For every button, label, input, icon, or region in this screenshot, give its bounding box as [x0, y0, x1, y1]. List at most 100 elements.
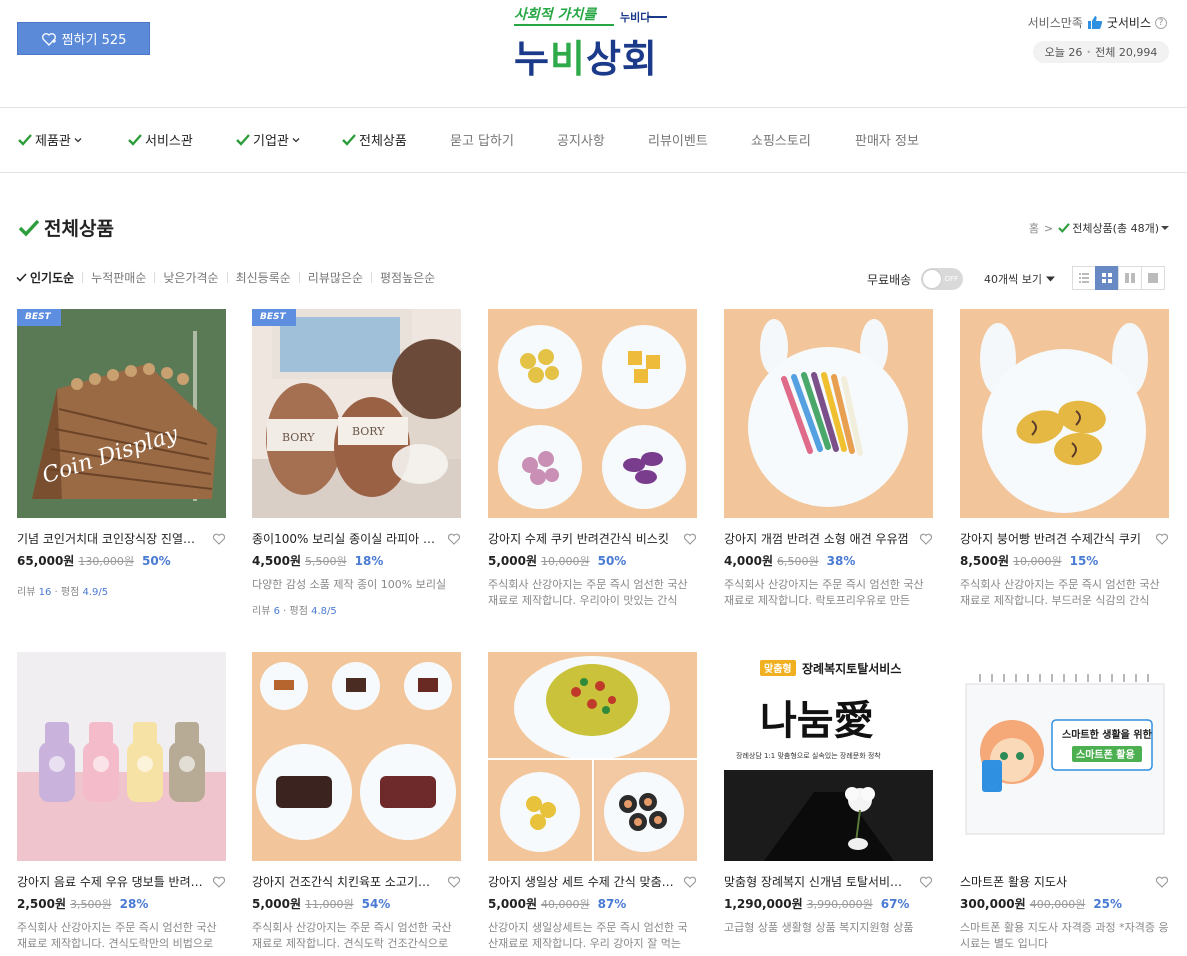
product-card[interactable]: 강아지 음료 수제 우유 댕보틀 반려견 음료 2,500원 3,500원 28…	[17, 652, 226, 952]
list-view-button[interactable]	[1072, 266, 1096, 290]
favorite-button[interactable]: 찜하기 525	[17, 22, 150, 55]
nav-label: 묻고 답하기	[450, 134, 514, 149]
sort-popular[interactable]: 인기도순	[16, 269, 74, 286]
product-card[interactable]: 강아지 개껌 반려견 소형 애견 우유껌 4,000원 6,500원 38% 주…	[724, 309, 933, 609]
heart-icon[interactable]	[212, 875, 226, 889]
product-name[interactable]: 강아지 음료 수제 우유 댕보틀 반려견 음료	[17, 873, 205, 890]
product-card[interactable]: 강아지 생일상 세트 수제 간식 맞춤 케이크 5,000원 40,000원 8…	[488, 652, 697, 952]
heart-icon[interactable]	[683, 875, 697, 889]
single-view-button[interactable]	[1141, 266, 1165, 290]
nav-shopping-story[interactable]: 쇼핑스토리	[751, 130, 811, 149]
view-mode-switch	[1072, 266, 1165, 290]
product-original-price: 3,500원	[70, 898, 112, 911]
heart-icon[interactable]	[447, 875, 461, 889]
product-thumbnail[interactable]: 스마트한 생활을 위한 스마트폰 활용	[960, 652, 1169, 861]
product-name[interactable]: 강아지 건조간식 치킨육포 소고기육포	[252, 873, 440, 890]
product-thumbnail[interactable]: 맞춤형 장례복지토탈서비스 나눔愛 장례상담 1:1 맞춤형으로 실속있는 장례…	[724, 652, 933, 861]
heart-icon[interactable]	[919, 875, 933, 889]
product-thumbnail[interactable]: Coin Display BEST	[17, 309, 226, 518]
service-satisfaction: 서비스만족 굿서비스 ?	[1028, 14, 1167, 31]
free-shipping-toggle[interactable]: OFF	[921, 268, 963, 290]
store-logo[interactable]: 사회적 가치를 누비다 누비상회	[510, 4, 670, 81]
per-page-select[interactable]: 40개씩 보기	[984, 271, 1055, 287]
yarn-label-1: BORY	[282, 431, 315, 444]
product-thumbnail[interactable]	[488, 652, 697, 861]
sort-newest[interactable]: 최신등록순	[236, 269, 291, 286]
product-name[interactable]: 강아지 붕어빵 반려견 수제간식 쿠키	[960, 530, 1148, 547]
nav-label: 기업관	[253, 134, 289, 149]
sort-divider	[226, 272, 228, 283]
nav-company-hall[interactable]: 기업관	[236, 130, 300, 149]
breadcrumb-home[interactable]: 홈	[1029, 220, 1039, 236]
product-thumbnail[interactable]	[960, 309, 1169, 518]
product-thumbnail[interactable]	[724, 309, 933, 518]
product-description: 스마트폰 활용 지도사 자격증 과정 *자격증 응시료는 별도 입니다	[960, 921, 1169, 950]
nav-review-event[interactable]: 리뷰이벤트	[648, 130, 708, 149]
heart-icon[interactable]	[919, 532, 933, 546]
best-badge: BEST	[17, 309, 61, 326]
product-card[interactable]: 스마트한 생활을 위한 스마트폰 활용 스마트폰 활용 지도사 300,000원…	[960, 652, 1169, 952]
heart-icon[interactable]	[212, 532, 226, 546]
product-card[interactable]: BORY BORY BEST 종이100% 보리실 종이실 라피아 뜨개실 4,…	[252, 309, 461, 617]
product-name[interactable]: 강아지 생일상 세트 수제 간식 맞춤 케이크	[488, 873, 676, 890]
product-card[interactable]: 강아지 수제 쿠키 반려견간식 비스킷 5,000원 10,000원 50% 주…	[488, 309, 697, 609]
sort-reviews[interactable]: 리뷰많은순	[308, 269, 363, 286]
page-title-text: 전체상품	[44, 218, 114, 240]
product-discount: 67%	[880, 897, 910, 911]
nav-all-products[interactable]: 전체상품	[342, 130, 407, 149]
nav-label: 리뷰이벤트	[648, 134, 708, 149]
heart-icon[interactable]	[683, 532, 697, 546]
product-review-info: 리뷰 6 · 평점 4.8/5	[252, 606, 337, 617]
product-price: 2,500원	[17, 897, 66, 911]
product-price: 4,500원	[252, 554, 301, 568]
product-card[interactable]: Coin Display BEST 기념 코인거치대 코인장식장 진열장 코인 …	[17, 309, 226, 598]
breadcrumb-current[interactable]: 전체상품(총 48개)	[1058, 220, 1169, 236]
product-card[interactable]: 강아지 붕어빵 반려견 수제간식 쿠키 8,500원 10,000원 15% 주…	[960, 309, 1169, 609]
product-discount: 28%	[119, 897, 149, 911]
sort-sales[interactable]: 누적판매순	[91, 269, 146, 286]
product-discount: 15%	[1069, 554, 1099, 568]
product-name[interactable]: 강아지 개껌 반려견 소형 애견 우유껌	[724, 530, 912, 547]
heart-icon[interactable]	[1155, 875, 1169, 889]
help-icon[interactable]: ?	[1155, 16, 1167, 29]
check-icon	[342, 133, 356, 146]
visit-dot: •	[1086, 47, 1092, 57]
product-name[interactable]: 강아지 수제 쿠키 반려견간식 비스킷	[488, 530, 676, 547]
product-thumbnail[interactable]	[252, 652, 461, 861]
product-original-price: 5,500원	[305, 555, 347, 568]
product-thumbnail[interactable]	[17, 652, 226, 861]
caret-down-icon	[1161, 226, 1169, 230]
nav-product-hall[interactable]: 제품관	[18, 130, 82, 149]
nav-service-hall[interactable]: 서비스관	[128, 130, 193, 149]
grid-view-button[interactable]	[1095, 266, 1119, 290]
sort-rating[interactable]: 평점높은순	[380, 269, 435, 286]
check-icon	[128, 133, 142, 146]
sort-low-price[interactable]: 낮은가격순	[163, 269, 218, 286]
check-icon	[18, 133, 32, 146]
heart-icon[interactable]	[447, 532, 461, 546]
heart-icon[interactable]	[1155, 532, 1169, 546]
fish-bread-image	[960, 309, 1169, 518]
product-name[interactable]: 기념 코인거치대 코인장식장 진열장 코인 디스플레이	[17, 530, 205, 547]
dog-milk-image	[17, 652, 226, 861]
nav-seller-info[interactable]: 판매자 정보	[855, 130, 919, 149]
chevron-down-icon	[292, 137, 300, 142]
product-name[interactable]: 맞춤형 장례복지 신개념 토탈서비스 나눔애	[724, 873, 912, 890]
funeral-service-image: 맞춤형 장례복지토탈서비스 나눔愛 장례상담 1:1 맞춤형으로 실속있는 장례…	[724, 652, 933, 861]
nav-qna[interactable]: 묻고 답하기	[450, 130, 514, 149]
nav-label: 서비스관	[145, 134, 193, 149]
product-price: 8,500원	[960, 554, 1009, 568]
product-card[interactable]: 맞춤형 장례복지토탈서비스 나눔愛 장례상담 1:1 맞춤형으로 실속있는 장례…	[724, 652, 933, 936]
product-price: 1,290,000원	[724, 897, 803, 911]
product-price: 5,000원	[488, 897, 537, 911]
product-name[interactable]: 스마트폰 활용 지도사	[960, 873, 1148, 890]
product-thumbnail[interactable]	[488, 309, 697, 518]
smartphone-course-image: 스마트한 생활을 위한 스마트폰 활용	[960, 652, 1169, 861]
product-card[interactable]: 강아지 건조간식 치킨육포 소고기육포 5,000원 11,000원 54% 주…	[252, 652, 461, 952]
rating-value: 4.9/5	[82, 587, 109, 598]
product-thumbnail[interactable]: BORY BORY BEST	[252, 309, 461, 518]
nav-label: 제품관	[35, 134, 71, 149]
product-name[interactable]: 종이100% 보리실 종이실 라피아 뜨개실	[252, 530, 440, 547]
large-grid-view-button[interactable]	[1118, 266, 1142, 290]
nav-notice[interactable]: 공지사항	[557, 130, 605, 149]
